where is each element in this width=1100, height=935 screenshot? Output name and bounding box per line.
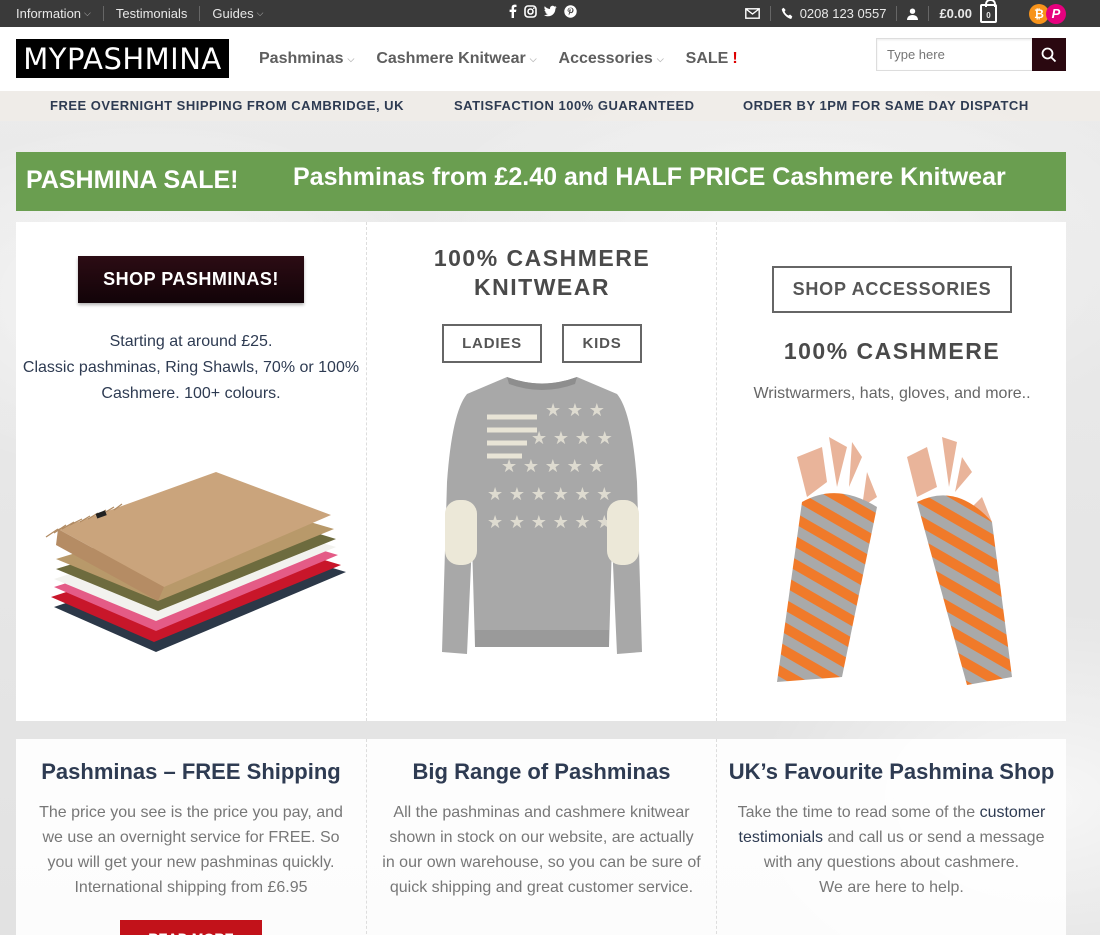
topbar-guides-label: Guides [212, 6, 254, 21]
info-free-shipping: Pashminas – FREE Shipping The price you … [16, 739, 366, 935]
nav-cashmere-knitwear-label: Cashmere Knitwear [376, 50, 526, 67]
cart-count: 0 [986, 11, 991, 20]
divider [102, 6, 104, 21]
sale-banner[interactable]: PASHMINA SALE! Pashminas from £2.40 and … [16, 152, 1066, 211]
panel-pashminas: SHOP PASHMINAS! Starting at around £25. … [16, 222, 366, 721]
svg-text:★ ★ ★: ★ ★ ★ [545, 400, 605, 421]
folded-pashminas-image[interactable] [36, 467, 356, 677]
read-more-button[interactable]: READ MORE [120, 920, 262, 935]
nav-sale[interactable]: SALE! [686, 50, 738, 68]
topbar-testimonials-link[interactable]: Testimonials [116, 6, 188, 21]
feature-panels: SHOP PASHMINAS! Starting at around £25. … [16, 222, 1066, 721]
svg-text:★ ★ ★ ★: ★ ★ ★ ★ [531, 428, 613, 449]
ladies-button[interactable]: LADIES [442, 324, 542, 363]
nav-sale-label: SALE [685, 50, 729, 67]
info-favourite-shop-title: UK’s Favourite Pashmina Shop [728, 759, 1055, 784]
panel-knitwear: 100% CASHMERE KNITWEAR LADIES KIDS ★ ★ ★… [366, 222, 716, 721]
accessories-subtitle: Wristwarmers, hats, gloves, and more.. [753, 385, 1031, 402]
kids-button[interactable]: KIDS [562, 324, 642, 363]
accessories-heading: 100% CASHMERE [783, 338, 1001, 364]
nav-accessories-label: Accessories [558, 50, 653, 67]
site-logo[interactable]: MYPASHMINA [16, 39, 229, 78]
info-big-range: Big Range of Pashminas All the pashminas… [366, 739, 716, 935]
usp-bar: FREE OVERNIGHT SHIPPING FROM CAMBRIDGE, … [0, 91, 1100, 121]
topbar-testimonials-label: Testimonials [115, 6, 188, 21]
user-icon[interactable] [907, 8, 919, 20]
pashminas-line-2: Classic pashminas, Ring Shawls, 70% or 1… [22, 359, 360, 376]
chevron-down-icon: ⌵ [656, 53, 664, 64]
phone-number[interactable]: 0208 123 0557 [800, 6, 887, 21]
knitwear-heading-line-1: 100% CASHMERE [433, 245, 651, 271]
knitwear-heading: 100% CASHMERE KNITWEAR [367, 244, 717, 302]
usp-satisfaction: SATISFACTION 100% GUARANTEED [454, 98, 695, 113]
cart-total[interactable]: £0.00 [939, 6, 972, 21]
search-icon [1041, 47, 1057, 62]
info-free-shipping-body: The price you see is the price you pay, … [39, 804, 343, 896]
pinterest-icon[interactable] [564, 4, 577, 18]
info-favourite-shop-end: We are here to help. [819, 879, 964, 896]
nav-cashmere-knitwear[interactable]: Cashmere Knitwear ⌵ [376, 50, 536, 68]
search-form [876, 38, 1066, 72]
social-links [508, 4, 577, 18]
facebook-icon[interactable] [508, 4, 517, 18]
knitwear-heading-line-2: KNITWEAR [474, 274, 610, 300]
chevron-down-icon: ⌵ [84, 8, 91, 18]
envelope-icon[interactable] [744, 8, 760, 19]
chevron-down-icon: ⌵ [347, 53, 355, 64]
divider [199, 6, 201, 21]
divider [928, 6, 930, 21]
wristwarmers-image[interactable] [767, 427, 1027, 687]
nav-pashminas[interactable]: Pashminas ⌵ [259, 50, 354, 68]
info-big-range-title: Big Range of Pashminas [412, 759, 671, 784]
svg-text:★ ★ ★ ★ ★ ★: ★ ★ ★ ★ ★ ★ [487, 484, 612, 505]
main-nav: Pashminas ⌵ Cashmere Knitwear ⌵ Accessor… [259, 27, 738, 91]
site-header: MYPASHMINA Pashminas ⌵ Cashmere Knitwear… [0, 27, 1100, 91]
top-bar: Information ⌵ Testimonials Guides ⌵ 0208… [0, 0, 1100, 27]
info-favourite-shop-body: Take the time to read some of the custom… [717, 800, 1066, 900]
twitter-icon[interactable] [544, 5, 557, 17]
pashminas-line-3: Cashmere. 100+ colours. [101, 385, 281, 402]
svg-text:★ ★ ★ ★ ★ ★: ★ ★ ★ ★ ★ ★ [487, 512, 612, 533]
chevron-down-icon: ⌵ [529, 53, 537, 64]
search-input[interactable] [876, 38, 1032, 71]
topbar-information-link[interactable]: Information ⌵ [16, 6, 91, 21]
chevron-down-icon: ⌵ [256, 8, 264, 18]
info-favourite-shop-pre: Take the time to read some of the [737, 804, 976, 821]
info-blocks: Pashminas – FREE Shipping The price you … [16, 739, 1066, 935]
shopping-bag-icon[interactable]: 0 [980, 0, 997, 23]
shop-pashminas-button[interactable]: SHOP PASHMINAS! [78, 256, 304, 303]
topbar-guides-link[interactable]: Guides ⌵ [212, 6, 263, 21]
divider [769, 6, 771, 21]
pashminas-description: Starting at around £25. Classic pashmina… [16, 329, 366, 407]
svg-text:★ ★ ★ ★ ★: ★ ★ ★ ★ ★ [501, 456, 605, 477]
topbar-information-label: Information [16, 6, 82, 21]
usp-shipping: FREE OVERNIGHT SHIPPING FROM CAMBRIDGE, … [50, 98, 404, 113]
sale-banner-subtitle: Pashminas from £2.40 and HALF PRICE Cash… [293, 163, 1006, 191]
star-sweater-image[interactable]: ★ ★ ★ ★ ★ ★ ★ ★ ★ ★ ★ ★ ★ ★ ★ ★ ★ ★ ★ ★ ★ … [427, 372, 657, 662]
instagram-icon[interactable] [524, 4, 537, 18]
divider [896, 6, 898, 21]
usp-dispatch: ORDER BY 1PM FOR SAME DAY DISPATCH [743, 98, 1029, 113]
shop-accessories-button[interactable]: SHOP ACCESSORIES [772, 266, 1012, 313]
p-coin-icon: P [1046, 3, 1066, 24]
phone-icon [781, 7, 792, 19]
pashminas-line-1: Starting at around £25. [109, 333, 273, 350]
info-favourite-shop: UK’s Favourite Pashmina Shop Take the ti… [716, 739, 1066, 935]
panel-accessories: SHOP ACCESSORIES 100% CASHMERE Wristwarm… [716, 222, 1066, 721]
nav-pashminas-label: Pashminas [259, 50, 344, 67]
sale-banner-title: PASHMINA SALE! [26, 166, 239, 194]
info-free-shipping-title: Pashminas – FREE Shipping [41, 759, 341, 784]
info-big-range-body: All the pashminas and cashmere knitwear … [382, 804, 701, 896]
nav-accessories[interactable]: Accessories ⌵ [559, 50, 664, 68]
nav-sale-exclamation: ! [732, 50, 738, 67]
search-button[interactable] [1032, 38, 1066, 71]
